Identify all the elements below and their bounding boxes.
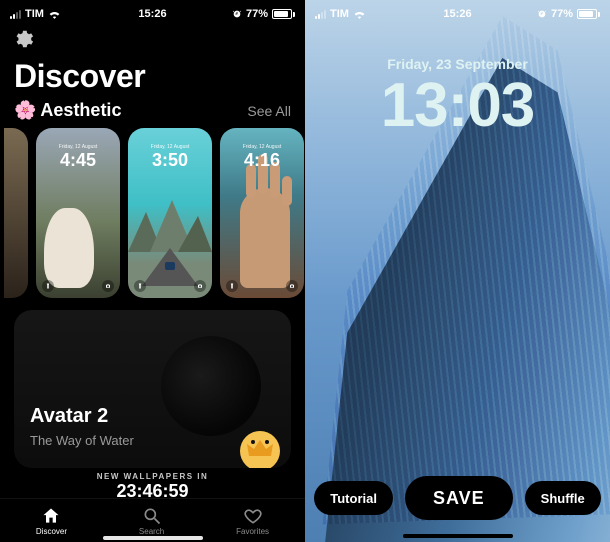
home-indicator[interactable] [403, 534, 513, 538]
card-time: 3:50 [128, 150, 212, 171]
panther-image [161, 336, 261, 436]
alarm-icon [232, 9, 242, 19]
battery-pct: 77% [246, 8, 268, 20]
wallpaper-card[interactable]: Friday, 12 August 4:16 [220, 128, 304, 298]
battery-icon [272, 9, 295, 19]
tab-label: Discover [36, 527, 67, 536]
action-row: Tutorial SAVE Shuffle [305, 476, 610, 520]
status-bar: TIM 15:26 77% [0, 0, 305, 24]
camera-icon [286, 280, 298, 292]
wifi-icon [48, 9, 61, 19]
camera-icon [102, 280, 114, 292]
home-icon [41, 506, 61, 526]
wifi-icon [353, 9, 366, 19]
tab-favorites[interactable]: Favorites [236, 506, 269, 536]
card-time: 4:16 [220, 150, 304, 171]
tab-label: Search [139, 527, 164, 536]
save-button[interactable]: SAVE [405, 476, 513, 520]
see-all-link[interactable]: See All [247, 103, 291, 119]
shuffle-button[interactable]: Shuffle [525, 481, 601, 515]
section-name: Aesthetic [40, 100, 121, 121]
wallpaper-card[interactable]: Friday, 12 August 3:50 [128, 128, 212, 298]
alarm-icon [537, 9, 547, 19]
featured-banner[interactable]: Avatar 2 The Way of Water [14, 310, 291, 468]
battery-icon [577, 9, 600, 19]
tutorial-button[interactable]: Tutorial [314, 481, 393, 515]
carrier-label: TIM [330, 8, 349, 20]
heart-icon [243, 506, 263, 526]
settings-button[interactable] [12, 28, 34, 50]
camera-icon [194, 280, 206, 292]
lockscreen-time: 13:03 [305, 70, 610, 141]
flower-icon: 🌸 [14, 100, 36, 121]
wallpaper-card[interactable]: Friday, 12 August 4:45 [36, 128, 120, 298]
premium-badge[interactable] [237, 428, 283, 468]
page-title: Discover [14, 58, 145, 95]
flashlight-icon [226, 280, 238, 292]
search-icon [142, 506, 162, 526]
signal-icon [315, 10, 326, 19]
flashlight-icon [134, 280, 146, 292]
wallpaper-card[interactable] [4, 128, 28, 298]
wallpaper-carousel[interactable]: Friday, 12 August 4:45 Friday, 12 August… [0, 128, 305, 298]
signal-icon [10, 10, 21, 19]
tab-discover[interactable]: Discover [36, 506, 67, 536]
tab-search[interactable]: Search [139, 506, 164, 536]
app-discover-screen: TIM 15:26 77% Discover 🌸 Aesthetic See A… [0, 0, 305, 542]
home-indicator[interactable] [103, 536, 203, 540]
carrier-label: TIM [25, 8, 44, 20]
feature-title: Avatar 2 [30, 405, 108, 428]
flashlight-icon [42, 280, 54, 292]
wallpaper-preview-screen: TIM 15:26 77% Friday, 23 September 13:03… [305, 0, 610, 542]
gear-icon [12, 28, 34, 50]
tab-label: Favorites [236, 527, 269, 536]
card-time: 4:45 [36, 150, 120, 171]
feature-subtitle: The Way of Water [30, 433, 134, 448]
status-bar: TIM 15:26 77% [305, 0, 610, 24]
section-header: 🌸 Aesthetic See All [14, 100, 291, 121]
battery-pct: 77% [551, 8, 573, 20]
countdown-label: NEW WALLPAPERS IN [0, 472, 305, 481]
